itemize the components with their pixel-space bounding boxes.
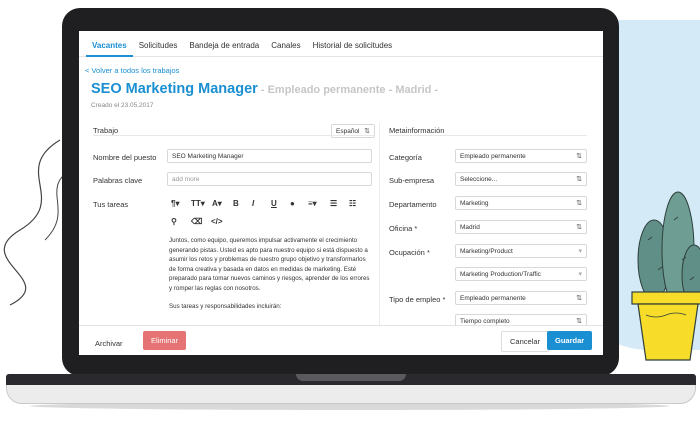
subcompany-select[interactable]: Seleccione... xyxy=(455,172,587,186)
editor-paragraph: Juntos, como equipo, queremos impulsar a… xyxy=(169,237,370,292)
job-subtitle: - Empleado permanente - Madrid - xyxy=(257,84,439,96)
position-name-label: Nombre del puesto xyxy=(93,153,157,162)
tab-solicitudes[interactable]: Solicitudes xyxy=(133,31,184,57)
keywords-label: Palabras clave xyxy=(93,176,143,185)
department-label: Departamento xyxy=(389,200,437,209)
eraser-icon[interactable]: ⌫ xyxy=(191,217,202,226)
category-select[interactable]: Empleado permanente xyxy=(455,149,587,163)
created-date: Creado el 23.05.2017 xyxy=(91,102,154,109)
tab-bar: Vacantes Solicitudes Bandeja de entrada … xyxy=(79,31,603,57)
section-label-metainformacion: Metainformación xyxy=(389,126,445,135)
tasks-label: Tus tareas xyxy=(93,200,129,209)
laptop-notch xyxy=(296,374,406,381)
link-icon[interactable]: ⚲ xyxy=(171,217,177,226)
tab-canales[interactable]: Canales xyxy=(265,31,306,57)
cancel-button[interactable]: Cancelar xyxy=(501,331,550,352)
position-name-input[interactable]: SEO Marketing Manager xyxy=(167,149,372,163)
section-label-trabajo: Trabajo xyxy=(93,126,119,135)
category-label: Categoría xyxy=(389,153,422,162)
employment-type-select[interactable]: Empleado permanente xyxy=(455,291,587,305)
occupation-select-primary[interactable]: Marketing/Product xyxy=(455,244,587,258)
editor-paragraph: Sus tareas y responsabilidades incluirán… xyxy=(169,303,282,310)
page-title: SEO Marketing Manager - Empleado permane… xyxy=(91,80,438,98)
cactus-plant-illustration xyxy=(631,191,700,361)
column-divider xyxy=(379,123,380,328)
section-divider-left xyxy=(93,135,375,136)
ordered-list-icon[interactable]: ☰ xyxy=(330,199,337,208)
save-button[interactable]: Guardar xyxy=(547,331,593,350)
back-to-jobs-link[interactable]: < Volver a todos los trabajos xyxy=(85,66,179,75)
form-footer: Archivar Eliminar Cancelar Guardar xyxy=(79,325,603,355)
keywords-input[interactable]: add more xyxy=(167,172,372,186)
job-title: SEO Marketing Manager xyxy=(91,81,258,97)
tab-historial-de-solicitudes[interactable]: Historial de solicitudes xyxy=(307,31,399,57)
paragraph-format-icon[interactable]: ¶▾ xyxy=(171,199,179,208)
delete-button[interactable]: Eliminar xyxy=(143,331,187,350)
underline-icon[interactable]: U xyxy=(271,199,277,208)
archive-button[interactable]: Archivar xyxy=(87,334,131,353)
occupation-select-secondary[interactable]: Marketing Production/Traffic xyxy=(455,267,587,281)
subcompany-label: Sub-empresa xyxy=(389,176,435,185)
office-label: Oficina * xyxy=(389,224,418,233)
font-color-icon[interactable]: A▾ xyxy=(212,199,222,208)
bullet-list-icon[interactable]: ☷ xyxy=(349,199,356,208)
code-icon[interactable]: </> xyxy=(211,217,223,226)
occupation-label: Ocupación * xyxy=(389,248,430,257)
employment-type-label: Tipo de empleo * xyxy=(389,295,446,304)
text-size-icon[interactable]: TT▾ xyxy=(191,199,205,208)
tab-vacantes[interactable]: Vacantes xyxy=(86,31,133,57)
section-divider-right xyxy=(389,135,587,136)
highlight-icon[interactable]: ● xyxy=(290,199,295,208)
department-select[interactable]: Marketing xyxy=(455,196,587,210)
tab-bandeja-de-entrada[interactable]: Bandeja de entrada xyxy=(183,31,265,57)
office-select[interactable]: Madrid xyxy=(455,220,587,234)
bold-icon[interactable]: B xyxy=(233,199,239,208)
italic-icon[interactable]: I xyxy=(252,199,254,208)
task-editor[interactable]: Juntos, como equipo, queremos impulsar a… xyxy=(167,236,372,336)
align-icon[interactable]: ≡▾ xyxy=(308,199,317,208)
app-screen: Vacantes Solicitudes Bandeja de entrada … xyxy=(79,31,603,355)
